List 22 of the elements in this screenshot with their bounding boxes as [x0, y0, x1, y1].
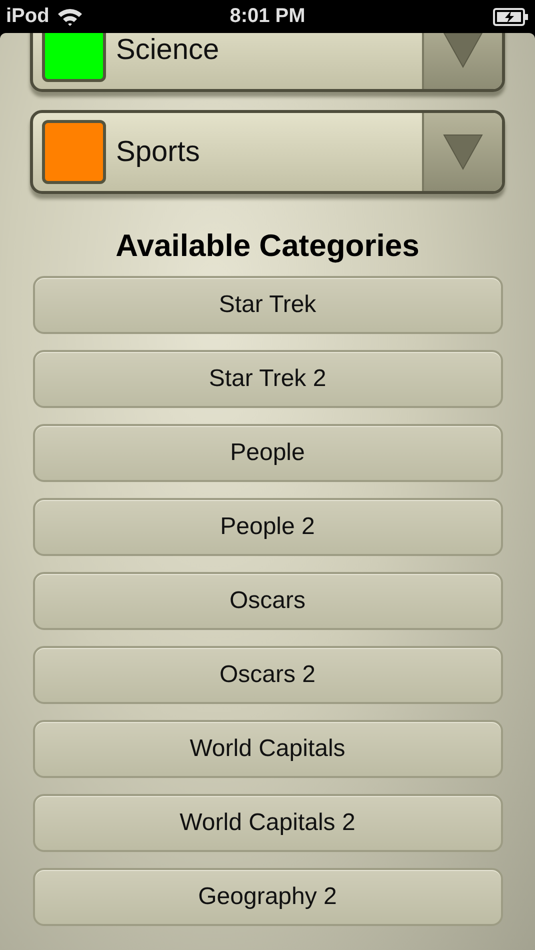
category-button[interactable]: Oscars 2	[32, 646, 502, 704]
section-heading: Available Categories	[116, 228, 420, 264]
category-name: Science	[116, 34, 220, 66]
carrier-name: iPod	[6, 5, 50, 28]
category-button[interactable]: World Capitals 2	[32, 794, 502, 852]
dropdown-button[interactable]	[422, 113, 502, 191]
category-selector[interactable]: Sports	[30, 110, 505, 194]
wifi-icon	[57, 6, 84, 26]
battery-icon	[493, 8, 529, 26]
category-button[interactable]: Geography 2	[32, 868, 502, 926]
category-button[interactable]: Star Trek	[32, 276, 502, 334]
triangle-icon	[443, 33, 483, 68]
category-button[interactable]: Star Trek 2	[32, 350, 502, 408]
category-button[interactable]: Oscars	[32, 572, 502, 630]
category-button[interactable]: People 2	[32, 498, 502, 556]
category-name: Sports	[116, 136, 201, 168]
status-time: 8:01 PM	[230, 5, 306, 28]
category-selector[interactable]: Science	[30, 33, 505, 92]
category-button[interactable]: People	[32, 424, 502, 482]
triangle-icon	[443, 134, 483, 170]
category-button[interactable]: World Capitals	[32, 720, 502, 778]
dropdown-button[interactable]	[422, 33, 502, 89]
